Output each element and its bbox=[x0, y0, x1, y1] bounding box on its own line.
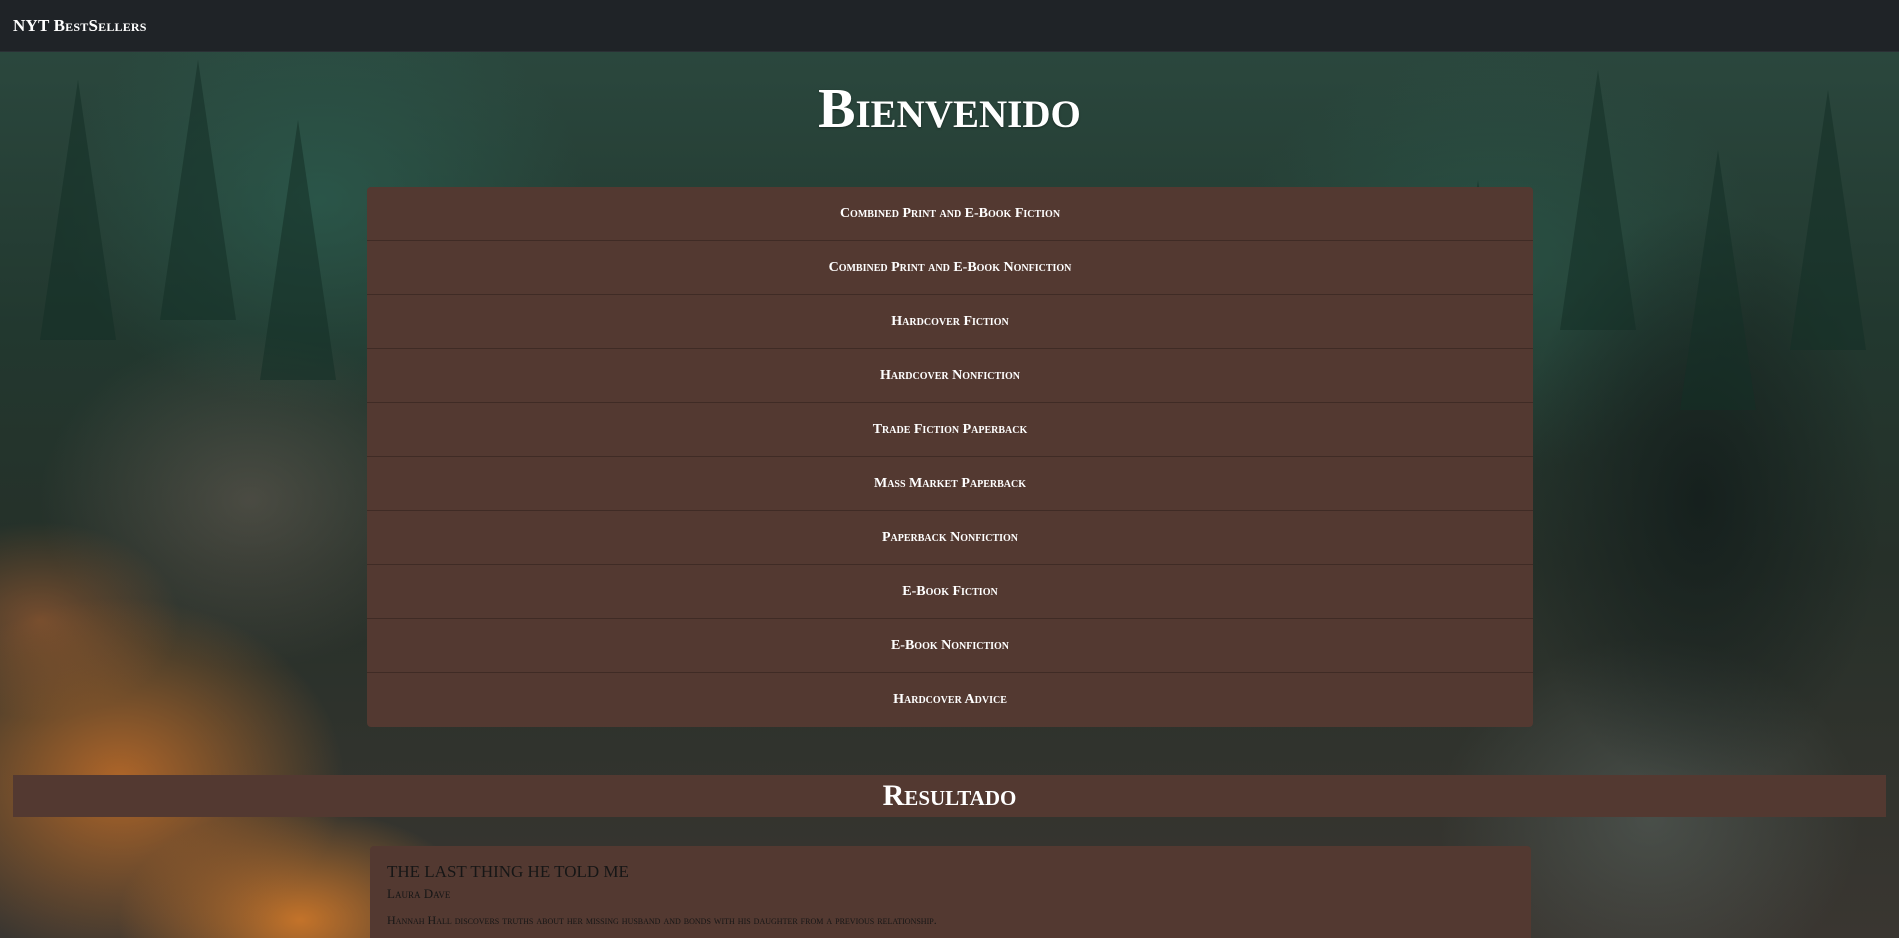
category-item-trade-fiction-paperback[interactable]: Trade Fiction Paperback bbox=[367, 403, 1533, 457]
category-list: Combined Print and E-Book Fiction Combin… bbox=[367, 187, 1533, 727]
book-description: Hannah Hall discovers truths about her m… bbox=[387, 913, 937, 927]
background-tree-shape bbox=[260, 120, 336, 380]
category-item-hardcover-fiction[interactable]: Hardcover Fiction bbox=[367, 295, 1533, 349]
navbar-brand-link[interactable]: NYT BestSellers bbox=[13, 16, 147, 36]
category-item-paperback-nonfiction[interactable]: Paperback Nonfiction bbox=[367, 511, 1533, 565]
category-item-ebook-fiction[interactable]: E-Book Fiction bbox=[367, 565, 1533, 619]
category-item-mass-market-paperback[interactable]: Mass Market Paperback bbox=[367, 457, 1533, 511]
book-author: Laura Dave bbox=[387, 886, 451, 901]
welcome-heading: Bienvenido bbox=[818, 78, 1081, 140]
category-item-ebook-nonfiction[interactable]: E-Book Nonfiction bbox=[367, 619, 1533, 673]
results-heading: Resultado bbox=[13, 775, 1886, 817]
book-title: THE LAST THING HE TOLD ME bbox=[387, 862, 629, 881]
category-item-hardcover-advice[interactable]: Hardcover Advice bbox=[367, 673, 1533, 727]
category-item-combined-print-ebook-nonfiction[interactable]: Combined Print and E-Book Nonfiction bbox=[367, 241, 1533, 295]
background-tree-shape bbox=[1680, 150, 1756, 410]
category-item-hardcover-nonfiction[interactable]: Hardcover Nonfiction bbox=[367, 349, 1533, 403]
category-item-combined-print-ebook-fiction[interactable]: Combined Print and E-Book Fiction bbox=[367, 187, 1533, 241]
book-card: THE LAST THING HE TOLD ME Laura Dave Han… bbox=[370, 846, 1531, 938]
top-navbar: NYT BestSellers bbox=[0, 0, 1899, 52]
